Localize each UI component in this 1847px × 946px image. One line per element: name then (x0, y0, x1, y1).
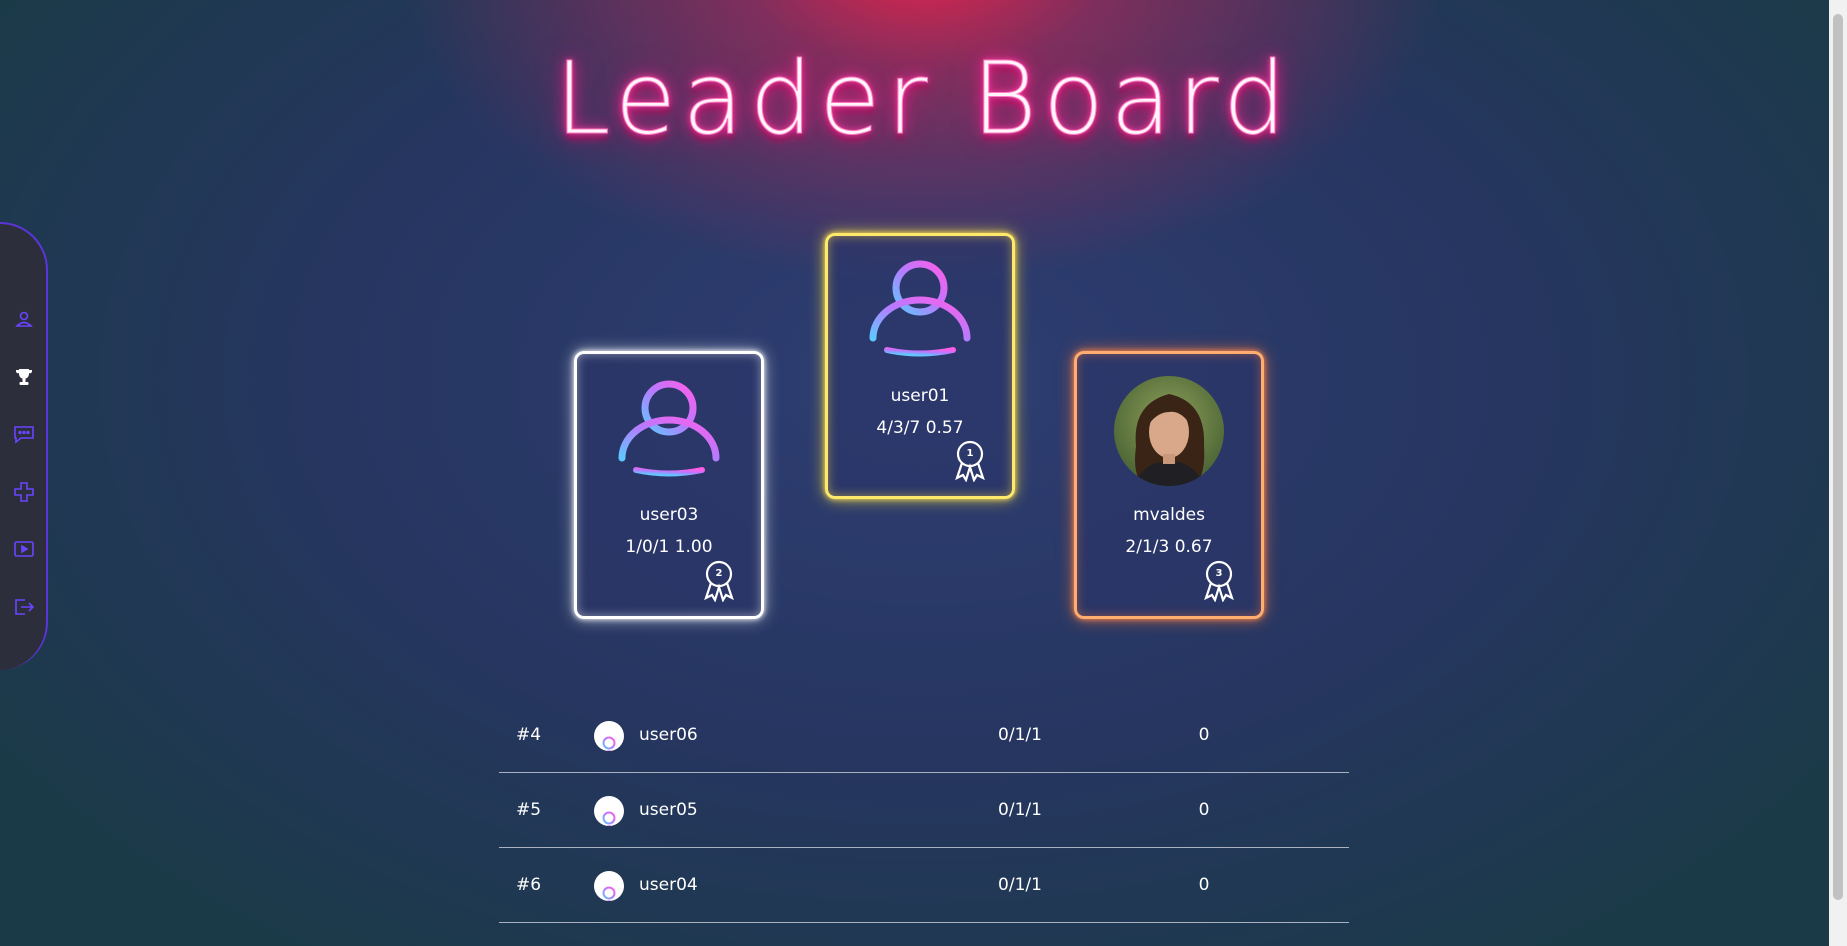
score-cell: 0 (1198, 800, 1210, 820)
profile-icon[interactable] (12, 307, 36, 331)
avatar (1114, 376, 1224, 486)
rank-ribbon-icon: 3 (1201, 560, 1237, 603)
player-score: 2/1/3 0.67 (1125, 537, 1213, 557)
logout-icon[interactable] (12, 595, 36, 619)
user-avatar-icon (618, 380, 720, 477)
rank-number: 1 (966, 448, 974, 459)
page-title: Leader Board (554, 40, 1293, 158)
podium-card-first[interactable]: user01 4/3/7 0.57 1 (825, 233, 1015, 499)
podium-card-second[interactable]: user03 1/0/1 1.00 2 (574, 351, 764, 619)
scrollbar-thumb[interactable] (1833, 14, 1843, 900)
player-score: 4/3/7 0.57 (876, 418, 964, 438)
trophy-icon[interactable] (12, 365, 36, 389)
player-name: user05 (639, 800, 698, 820)
record-cell: 0/1/1 (998, 875, 1042, 895)
rank-cell: #5 (516, 800, 542, 820)
rank-number: 3 (1215, 568, 1223, 579)
profile-photo (1114, 376, 1224, 486)
podium-card-third[interactable]: mvaldes 2/1/3 0.67 3 (1074, 351, 1264, 619)
avatar (614, 376, 724, 486)
rank-number: 2 (715, 568, 723, 579)
record-cell: 0/1/1 (998, 725, 1042, 745)
video-icon[interactable] (12, 537, 36, 561)
player-name: user04 (639, 875, 698, 895)
rank-ribbon-icon: 1 (952, 440, 988, 483)
user-avatar-icon (594, 721, 624, 751)
player-name: user01 (890, 386, 950, 406)
player-name: mvaldes (1133, 505, 1205, 525)
player-name: user03 (639, 505, 699, 525)
rank-ribbon-icon: 2 (701, 560, 737, 603)
table-row[interactable]: #6 user04 0/1/1 0 (499, 848, 1349, 923)
user-avatar-icon (594, 796, 624, 826)
table-row[interactable]: #5 user05 0/1/1 0 (499, 773, 1349, 848)
score-cell: 0 (1198, 725, 1210, 745)
ranking-table: #4 user06 0/1/1 0 #5 user05 0/1/1 0 #6 u… (499, 698, 1349, 923)
chat-icon[interactable] (12, 422, 36, 446)
player-name: user06 (639, 725, 698, 745)
rank-cell: #6 (516, 875, 542, 895)
score-cell: 0 (1198, 875, 1210, 895)
gamepad-icon[interactable] (12, 480, 36, 504)
user-avatar-icon (869, 260, 971, 357)
rank-cell: #4 (516, 725, 542, 745)
avatar (865, 256, 975, 366)
table-row[interactable]: #4 user06 0/1/1 0 (499, 698, 1349, 773)
record-cell: 0/1/1 (998, 800, 1042, 820)
user-avatar-icon (594, 871, 624, 901)
sidebar (0, 222, 48, 670)
player-score: 1/0/1 1.00 (625, 537, 713, 557)
page-scrollbar[interactable] (1829, 0, 1847, 946)
